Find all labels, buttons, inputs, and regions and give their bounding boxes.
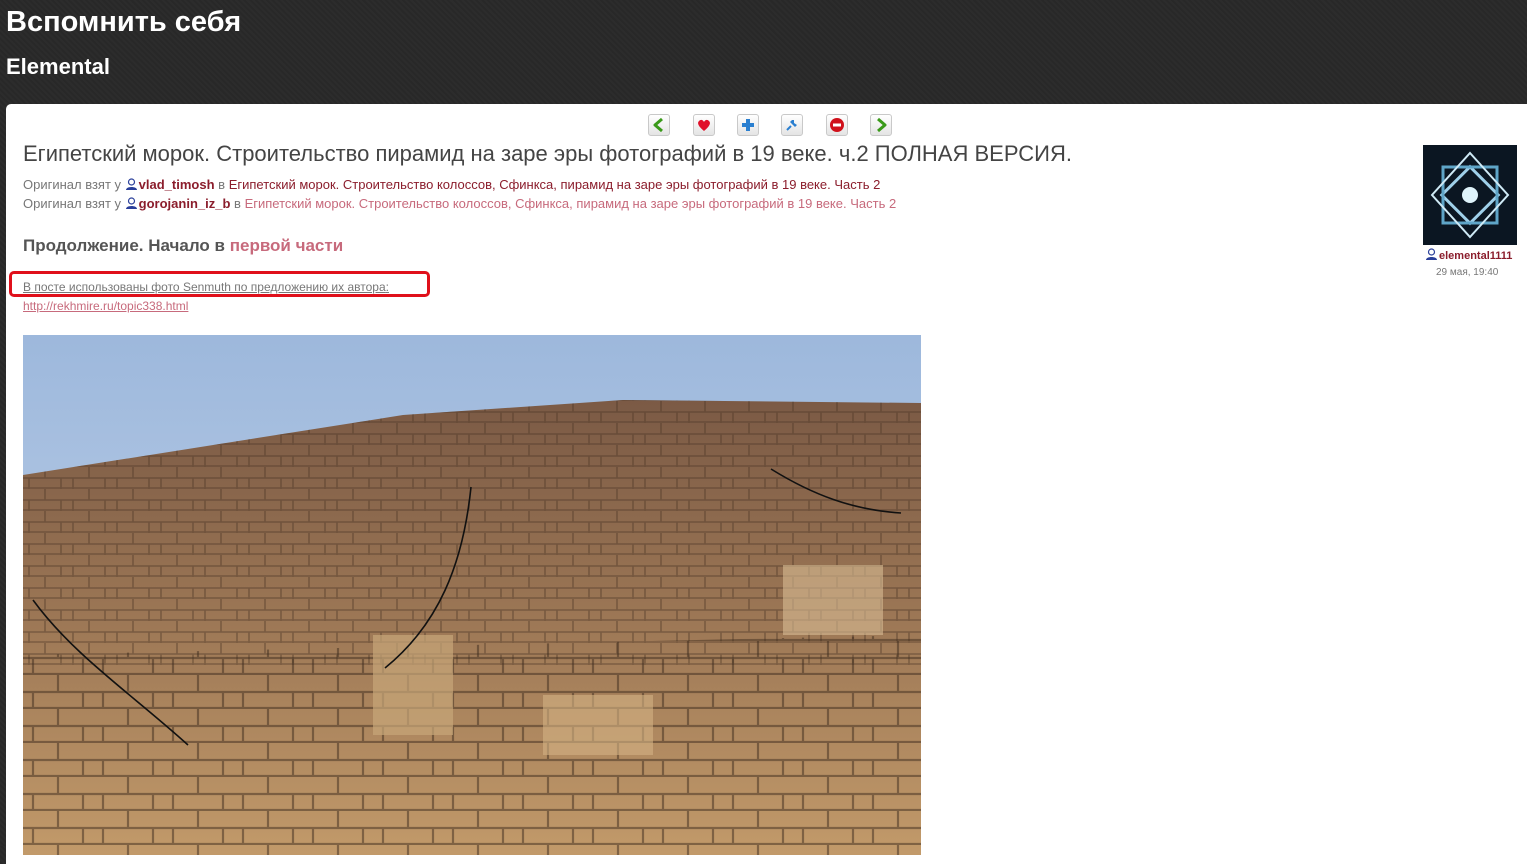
tag-button[interactable] [781, 114, 803, 136]
user-icon[interactable] [125, 197, 138, 210]
source-url-link[interactable]: http://rekhmire.ru/topic338.html [23, 299, 188, 314]
minus-circle-icon [830, 118, 844, 132]
original-user-link[interactable]: vlad_timosh [139, 177, 215, 192]
original-prefix: Оригинал взят у [23, 196, 122, 211]
continuation-text: Продолжение. Начало в [23, 236, 225, 255]
original-source-line: Оригинал взят у vlad_timosh в Египетский… [23, 177, 880, 193]
original-in: в [218, 177, 226, 192]
pyramid-photo [23, 335, 921, 855]
user-icon[interactable] [1425, 248, 1438, 261]
photo-credit-note: В посте использованы фото Senmuth по пре… [23, 280, 389, 295]
heart-icon [698, 119, 710, 131]
memories-button[interactable] [693, 114, 715, 136]
add-button[interactable] [737, 114, 759, 136]
continuation-line: Продолжение. Начало в первой части [23, 235, 343, 257]
blog-title[interactable]: Вспомнить себя [6, 4, 241, 40]
prev-entry-button[interactable] [648, 114, 670, 136]
arrow-left-icon [653, 117, 663, 133]
post-date: 29 мая, 19:40 [1436, 267, 1499, 278]
original-user-link[interactable]: gorojanin_iz_b [139, 196, 231, 211]
next-entry-button[interactable] [870, 114, 892, 136]
content-area: Египетский морок. Строительство пирамид … [6, 104, 1527, 864]
photo-credit-text: В посте использованы фото Senmuth по пре… [23, 280, 386, 294]
user-icon[interactable] [125, 178, 138, 191]
original-post-link[interactable]: Египетский морок. Строительство колоссов… [245, 196, 897, 211]
post-title: Египетский морок. Строительство пирамид … [23, 141, 1072, 166]
plus-icon [742, 119, 754, 131]
author-link[interactable]: elemental1111 [1439, 250, 1512, 262]
original-prefix: Оригинал взят у [23, 177, 122, 192]
blog-subtitle[interactable]: Elemental [6, 53, 110, 81]
author-avatar[interactable] [1423, 145, 1517, 245]
original-post-link[interactable]: Египетский морок. Строительство колоссов… [229, 177, 881, 192]
flag-button[interactable] [826, 114, 848, 136]
original-in: в [234, 196, 241, 211]
photo-credit-colon: : [385, 280, 389, 294]
pin-icon [786, 120, 797, 131]
original-source-line: Оригинал взят у gorojanin_iz_b в Египетс… [23, 196, 896, 212]
author-line: elemental1111 [1425, 248, 1512, 263]
first-part-link[interactable]: первой части [230, 236, 343, 255]
arrow-right-icon [877, 117, 887, 133]
